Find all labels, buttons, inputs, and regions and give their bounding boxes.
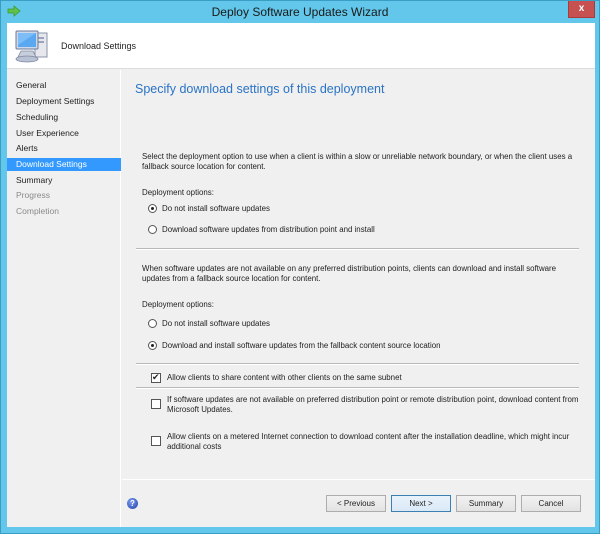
section2-options-label: Deployment options:	[142, 300, 214, 309]
section1-radio-download-from-dp[interactable]: Download software updates from distribut…	[148, 223, 375, 235]
section1-options-label: Deployment options:	[142, 188, 214, 197]
divider	[136, 248, 579, 250]
checkbox[interactable]	[151, 436, 161, 446]
radio-label: Download software updates from distribut…	[162, 224, 375, 234]
radio-label: Do not install software updates	[162, 203, 270, 213]
window-title: Deploy Software Updates Wizard	[211, 5, 389, 19]
sidebar-item-download-settings[interactable]: Download Settings	[7, 158, 121, 171]
summary-button[interactable]: Summary	[456, 495, 516, 512]
divider	[136, 363, 579, 365]
checkbox[interactable]	[151, 399, 161, 409]
checkbox-share-content-subnet[interactable]: Allow clients to share content with othe…	[151, 372, 581, 383]
checkbox-metered-connection[interactable]: Allow clients on a metered Internet conn…	[151, 432, 581, 452]
radio-button-checked[interactable]	[148, 340, 157, 350]
section1-radio-do-not-install[interactable]: Do not install software updates	[148, 202, 270, 214]
sidebar-item-summary[interactable]: Summary	[7, 174, 121, 187]
wizard-footer: ? < Previous Next > Summary Cancel	[122, 481, 595, 527]
sidebar-item-deployment-settings[interactable]: Deployment Settings	[7, 95, 121, 108]
wizard-client-area: Download Settings General Deployment Set…	[7, 23, 595, 527]
checkbox-download-from-microsoft-updates[interactable]: If software updates are not available on…	[151, 395, 581, 415]
radio-button[interactable]	[148, 224, 157, 234]
sidebar-item-alerts[interactable]: Alerts	[7, 142, 121, 155]
checkbox-label: Allow clients to share content with othe…	[167, 373, 402, 382]
help-icon[interactable]: ?	[127, 498, 138, 509]
sidebar-item-scheduling[interactable]: Scheduling	[7, 111, 121, 124]
wizard-header: Download Settings	[7, 23, 595, 69]
sidebar-item-progress: Progress	[16, 190, 51, 200]
computer-icon	[15, 30, 48, 63]
checkbox-checked[interactable]	[151, 372, 161, 383]
wizard-page-content: Specify download settings of this deploy…	[122, 70, 595, 480]
radio-button[interactable]	[148, 318, 157, 328]
section1-description: Select the deployment option to use when…	[142, 152, 573, 171]
section2-radio-do-not-install[interactable]: Do not install software updates	[148, 317, 270, 329]
previous-button[interactable]: < Previous	[326, 495, 386, 512]
header-title: Download Settings	[61, 41, 137, 51]
checkbox-label: Allow clients on a metered Internet conn…	[167, 432, 570, 451]
title-bar[interactable]: Deploy Software Updates Wizard x	[1, 1, 599, 23]
sidebar-item-completion: Completion	[16, 206, 59, 216]
section2-radio-download-from-fallback[interactable]: Download and install software updates fr…	[148, 339, 441, 351]
sidebar-item-user-experience[interactable]: User Experience	[7, 127, 121, 140]
wizard-steps-sidebar: General Deployment Settings Scheduling U…	[7, 70, 121, 527]
checkbox-label: If software updates are not available on…	[167, 395, 579, 414]
page-title: Specify download settings of this deploy…	[135, 82, 385, 96]
radio-label: Download and install software updates fr…	[162, 340, 441, 350]
radio-label: Do not install software updates	[162, 318, 270, 328]
wizard-window: Deploy Software Updates Wizard x Downloa…	[0, 0, 600, 534]
cancel-button[interactable]: Cancel	[521, 495, 581, 512]
section2-description: When software updates are not available …	[142, 264, 557, 283]
radio-button-checked[interactable]	[148, 203, 157, 213]
divider	[136, 387, 579, 389]
sidebar-item-general[interactable]: General	[7, 79, 121, 92]
close-button[interactable]: x	[568, 1, 595, 18]
next-button[interactable]: Next >	[391, 495, 451, 512]
